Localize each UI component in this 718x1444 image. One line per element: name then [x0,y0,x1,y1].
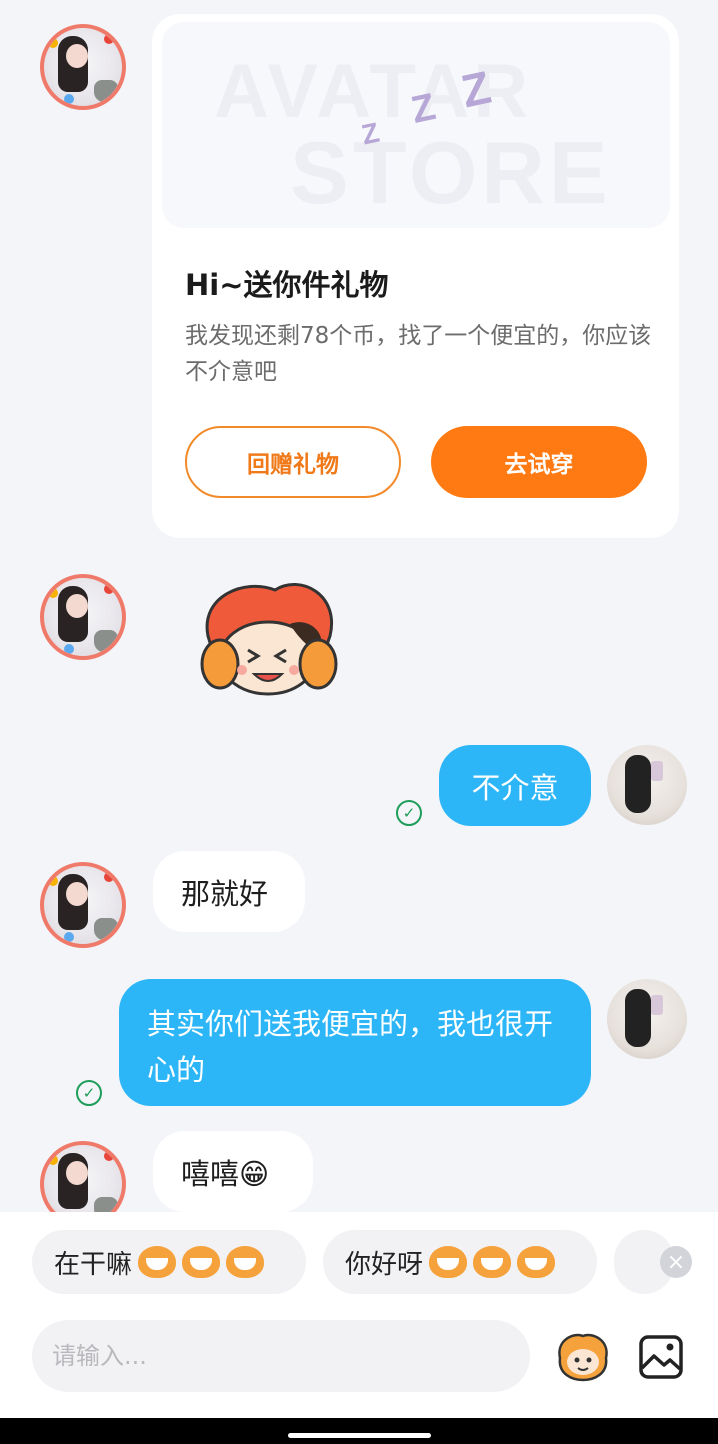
quick-reply-label: 在干嘛 [54,1249,133,1280]
avatar-store-banner: AVATAR STORE Z Z Z [162,22,670,228]
mascot-emoji-icon[interactable] [554,1330,612,1382]
contact-avatar[interactable] [40,862,126,948]
quick-reply-chip[interactable]: 你好呀 [323,1230,597,1294]
system-nav-bar [0,1418,718,1444]
message-bubble-received[interactable]: 嘻嘻😁 [153,1131,313,1212]
mascot-grin-icon [138,1246,177,1278]
gift-card-description: 我发现还剩78个币，找了一个便宜的，你应该不介意吧 [185,323,652,385]
message-text: 不介意 [471,770,559,805]
image-icon[interactable] [638,1334,684,1380]
close-icon[interactable]: × [660,1246,692,1278]
home-indicator[interactable] [288,1433,431,1438]
return-gift-button[interactable]: 回赠礼物 [185,426,401,498]
gift-card-title: Hi~送你件礼物 [185,268,389,302]
sent-check-icon: ✓ [76,1080,102,1106]
quick-reply-chip[interactable]: 在干嘛 [32,1230,306,1294]
mascot-smile-icon [473,1246,512,1278]
message-input[interactable] [32,1320,530,1392]
mascot-grin-icon [226,1246,265,1278]
contact-avatar[interactable] [40,574,126,660]
mascot-grin-icon [182,1246,221,1278]
sent-check-icon: ✓ [396,800,422,826]
message-bubble-sent[interactable]: 其实你们送我便宜的，我也很开心的 [119,979,591,1106]
message-text: 那就好 [181,876,269,911]
mascot-sticker[interactable] [190,576,350,706]
mascot-smile-icon [517,1246,556,1278]
contact-avatar[interactable] [40,24,126,110]
mascot-smile-icon [429,1246,468,1278]
quick-reply-label: 你好呀 [345,1249,424,1280]
try-on-button[interactable]: 去试穿 [431,426,647,498]
my-avatar[interactable] [607,979,687,1059]
banner-text-store: STORE [290,123,612,222]
my-avatar[interactable] [607,745,687,825]
message-text: 嘻嘻😁 [181,1156,270,1191]
message-bubble-received[interactable]: 那就好 [153,851,305,932]
message-bubble-sent[interactable]: 不介意 [439,745,591,826]
message-text: 其实你们送我便宜的，我也很开心的 [147,1007,554,1087]
